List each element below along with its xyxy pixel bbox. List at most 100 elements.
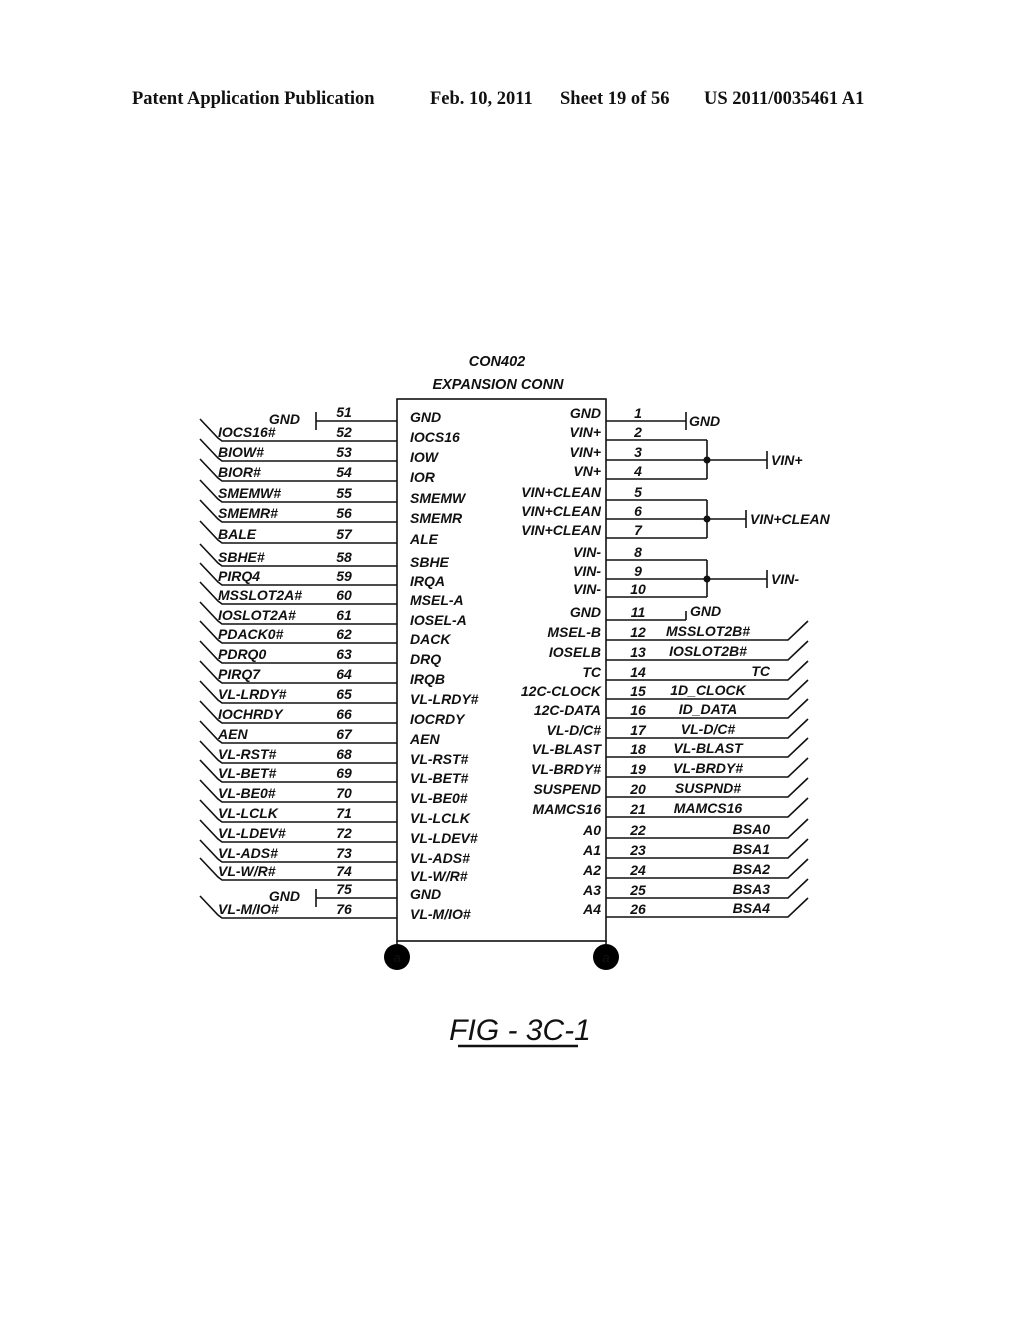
pin-function: AEN: [409, 731, 440, 747]
pin-function: VL-LDEV#: [410, 830, 478, 846]
net-label: IOCS16#: [218, 424, 276, 440]
net-label: BIOR#: [218, 464, 261, 480]
pin-number: 72: [336, 825, 352, 841]
left-pin-group: GND 51 GND IOCS16# 52 IOCS16 BIOW# 53 IOW BIOR# 54…: [199, 404, 479, 922]
pin-function: VIN-: [573, 544, 601, 560]
pin-function: VL-ADS#: [410, 850, 470, 866]
pin-number: 53: [336, 444, 352, 460]
pin-number: 65: [336, 686, 352, 702]
left-pin-64: PIRQ7 64 IRQB: [199, 660, 445, 687]
connector-ref: CON402: [469, 354, 525, 370]
right-pin-14: TC 14 TC: [582, 660, 809, 681]
ground-label: GND: [690, 603, 721, 619]
bus-label: VIN-: [771, 571, 799, 587]
pin-function: VL-LRDY#: [410, 691, 479, 707]
pin-function: IOCS16: [410, 429, 460, 445]
net-label: VL-LDEV#: [218, 825, 286, 841]
net-label: SMEMW#: [218, 485, 281, 501]
pin-function: MSEL-B: [547, 624, 601, 640]
pin-number: 20: [629, 781, 646, 797]
pin-number: 64: [336, 666, 352, 682]
bus-vin-: VIN+: [703, 440, 803, 479]
bus-vin-: VIN-: [703, 560, 799, 597]
right-pin-11: GND 11 GND: [570, 603, 721, 621]
pin-number: 61: [336, 607, 352, 623]
pin-number: 70: [336, 785, 352, 801]
offpage-connectors: aa: [384, 941, 619, 970]
pin-function: IRQB: [410, 671, 445, 687]
pin-function: VL-D/C#: [547, 722, 602, 738]
pin-function: VL-W/R#: [410, 868, 468, 884]
net-label: SMEMR#: [218, 505, 278, 521]
pin-number: 57: [336, 526, 353, 542]
net-label: BSA0: [733, 821, 771, 837]
pin-number: 67: [336, 726, 353, 742]
net-label: PIRQ7: [218, 666, 261, 682]
pin-number: 56: [336, 505, 352, 521]
offpage-connector-left: a: [384, 941, 410, 970]
pin-function: TC: [582, 664, 602, 680]
pin-number: 74: [336, 863, 352, 879]
pin-number: 16: [630, 702, 646, 718]
left-pin-53: BIOW# 53 IOW: [199, 438, 440, 465]
pin-number: 23: [629, 842, 646, 858]
net-label: VL-BRDY#: [673, 760, 743, 776]
pin-function: IOCRDY: [410, 711, 466, 727]
pin-number: 54: [336, 464, 352, 480]
net-label: BIOW#: [218, 444, 264, 460]
pin-function: A4: [582, 901, 601, 917]
pin-function: A3: [582, 882, 601, 898]
pin-number: 62: [336, 626, 352, 642]
right-pin-5: VIN+CLEAN 5: [521, 484, 707, 501]
right-pin-7: VIN+CLEAN 7: [521, 522, 707, 539]
pin-function: 12C-CLOCK: [521, 683, 602, 699]
pin-function: VIN-: [573, 563, 601, 579]
pin-number: 73: [336, 845, 352, 861]
net-label: BSA2: [733, 861, 771, 877]
offpage-label: a: [602, 950, 609, 965]
net-label: VL-BLAST: [673, 740, 744, 756]
net-label: 1D_CLOCK: [670, 682, 746, 698]
pin-number: 12: [630, 624, 646, 640]
right-pin-9: VIN- 9: [573, 563, 707, 580]
left-pin-51: GND 51 GND: [269, 404, 441, 430]
pin-number: 22: [629, 822, 646, 838]
pin-function: VIN+CLEAN: [521, 522, 602, 538]
pin-function: DRQ: [410, 651, 441, 667]
net-label: VL-D/C#: [681, 721, 736, 737]
net-label: VL-LRDY#: [218, 686, 287, 702]
pin-function: VL-M/IO#: [410, 906, 471, 922]
right-pin-10: VIN- 10: [573, 581, 707, 598]
right-pin-6: VIN+CLEAN 6: [521, 503, 707, 520]
pin-function: IOW: [410, 449, 440, 465]
pin-number: 6: [634, 503, 642, 519]
pin-number: 14: [630, 664, 646, 680]
net-label: VL-BET#: [218, 765, 277, 781]
right-pin-12: MSEL-B 12 MSSLOT2B#: [547, 620, 809, 641]
ground-label: GND: [689, 413, 720, 429]
pin-number: 26: [629, 901, 646, 917]
pin-number: 59: [336, 568, 352, 584]
pin-number: 69: [336, 765, 352, 781]
pin-number: 17: [630, 722, 647, 738]
pin-function: VIN+CLEAN: [521, 484, 602, 500]
right-pin-23: A1 23 BSA1: [582, 838, 809, 859]
pin-function: 12C-DATA: [534, 702, 601, 718]
net-label: MSSLOT2A#: [218, 587, 302, 603]
pin-number: 3: [634, 444, 642, 460]
left-pin-63: PDRQ0 63 DRQ: [199, 640, 441, 667]
right-pin-22: A0 22 BSA0: [582, 818, 809, 839]
net-label: MAMCS16: [674, 800, 743, 816]
pin-number: 25: [629, 882, 646, 898]
left-pin-67: AEN 67 AEN: [199, 720, 440, 747]
right-pin-20: SUSPEND 20 SUSPND#: [533, 777, 809, 798]
pin-number: 5: [634, 484, 642, 500]
right-pin-19: VL-BRDY# 19 VL-BRDY#: [531, 757, 809, 778]
net-label: VL-M/IO#: [218, 901, 279, 917]
net-label: AEN: [217, 726, 248, 742]
pin-function: A0: [582, 822, 601, 838]
left-pin-58: SBHE# 58 SBHE: [199, 543, 450, 570]
pin-number: 13: [630, 644, 646, 660]
pin-function: IOSELB: [549, 644, 601, 660]
pin-function: A2: [582, 862, 601, 878]
